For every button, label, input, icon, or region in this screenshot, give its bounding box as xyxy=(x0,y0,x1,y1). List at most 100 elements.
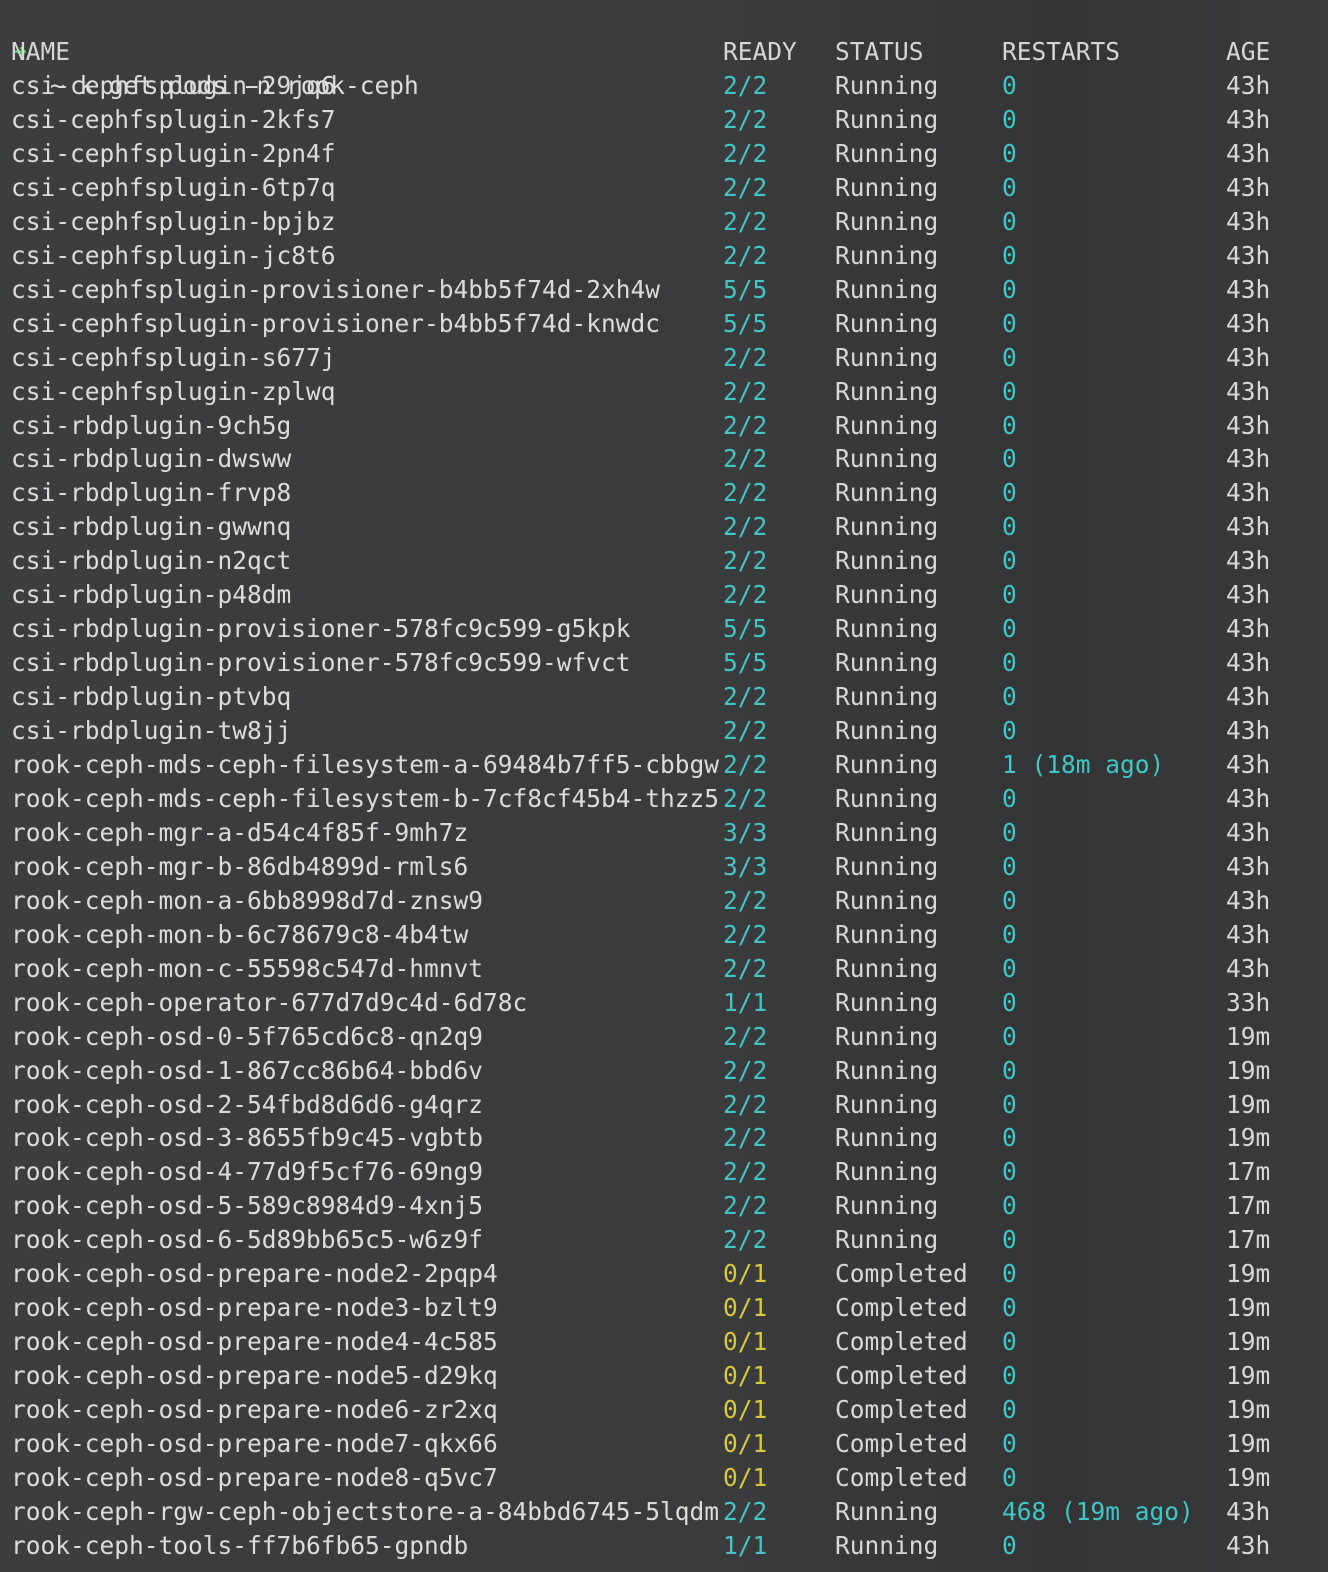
pod-name: rook-ceph-mon-b-6c78679c8-4b4tw xyxy=(11,919,469,949)
pod-ready: 1/1 xyxy=(723,1530,768,1560)
pod-status: Completed xyxy=(835,1429,968,1458)
pod-age: 43h xyxy=(1226,274,1271,304)
table-row: rook-ceph-osd-prepare-node3-bzlt9 0/1 Comp… xyxy=(0,1291,1328,1325)
pod-status: Running xyxy=(835,682,939,712)
pod-name: csi-rbdplugin-ptvbq xyxy=(11,682,292,712)
table-row: rook-ceph-osd-1-867cc86b64-bbd6v 2/2 Runni… xyxy=(0,1054,1328,1088)
pod-name: csi-cephfsplugin-2kfs7 xyxy=(11,104,336,134)
pod-restarts: 0 xyxy=(1002,1123,1017,1153)
table-row: csi-cephfsplugin-jc8t6 2/2 Running 0 43h xyxy=(0,239,1328,273)
pod-age: 19m xyxy=(1226,1327,1271,1357)
pod-ready: 5/5 xyxy=(723,274,768,304)
pod-age: 43h xyxy=(1226,885,1271,915)
table-row: rook-ceph-osd-prepare-node7-qkx66 0/1 Comp… xyxy=(0,1427,1328,1461)
pod-restarts: 0 xyxy=(1002,206,1017,236)
pod-ready: 2/2 xyxy=(723,444,768,474)
table-row: rook-ceph-osd-prepare-node5-d29kq 0/1 Comp… xyxy=(0,1359,1328,1393)
pod-ready: 0/1 xyxy=(723,1361,768,1391)
pod-name: rook-ceph-osd-1-867cc86b64-bbd6v xyxy=(11,1055,484,1085)
pod-ready: 2/2 xyxy=(723,716,768,746)
pod-name: csi-rbdplugin-provisioner-578fc9c599-g5k… xyxy=(11,614,631,644)
pod-name: csi-rbdplugin-tw8jj xyxy=(11,716,292,746)
pod-ready: 2/2 xyxy=(723,206,768,236)
pod-restarts: 0 xyxy=(1002,1462,1017,1492)
pod-status: Running xyxy=(835,240,939,270)
pod-restarts: 0 xyxy=(1002,376,1017,406)
pod-status: Running xyxy=(835,546,939,576)
table-row: rook-ceph-osd-0-5f765cd6c8-qn2q9 2/2 Runni… xyxy=(0,1020,1328,1054)
pod-ready: 0/1 xyxy=(723,1462,768,1492)
pod-restarts: 0 xyxy=(1002,104,1017,134)
table-row: csi-rbdplugin-n2qct 2/2 Running 0 43h xyxy=(0,544,1328,578)
table-row: csi-rbdplugin-tw8jj 2/2 Running 0 43h xyxy=(0,714,1328,748)
table-row: rook-ceph-operator-677d7d9c4d-6d78c 1/1 Ru… xyxy=(0,986,1328,1020)
header-age: AGE xyxy=(1226,37,1271,66)
table-row: csi-rbdplugin-provisioner-578fc9c599-g5k… xyxy=(0,612,1328,646)
pod-name: rook-ceph-osd-prepare-node2-2pqp4 xyxy=(11,1259,498,1289)
pod-ready: 2/2 xyxy=(723,512,768,542)
pod-status: Completed xyxy=(835,1327,968,1357)
table-row: rook-ceph-osd-4-77d9f5cf76-69ng9 2/2 Runni… xyxy=(0,1155,1328,1189)
table-row: rook-ceph-osd-3-8655fb9c45-vgbtb 2/2 Runni… xyxy=(0,1121,1328,1155)
pod-ready: 2/2 xyxy=(723,1225,768,1255)
pod-name: rook-ceph-osd-prepare-node6-zr2xq xyxy=(11,1395,498,1425)
pod-status: Running xyxy=(835,987,939,1017)
pod-restarts: 0 xyxy=(1002,71,1017,100)
pod-age: 19m xyxy=(1226,1089,1271,1119)
pod-status: Running xyxy=(835,580,939,610)
pod-status: Completed xyxy=(835,1293,968,1323)
pod-status: Running xyxy=(835,885,939,915)
header-ready: READY xyxy=(723,37,797,66)
pod-restarts: 0 xyxy=(1002,1327,1017,1357)
pod-ready: 2/2 xyxy=(723,783,768,813)
pod-status: Running xyxy=(835,750,939,779)
table-row: csi-cephfsplugin-provisioner-b4bb5f74d-2… xyxy=(0,273,1328,307)
pod-age: 43h xyxy=(1226,376,1271,406)
pod-restarts: 0 xyxy=(1002,580,1017,610)
table-row: csi-cephfsplugin-bpjbz 2/2 Running 0 43h xyxy=(0,205,1328,239)
pod-age: 43h xyxy=(1226,308,1271,338)
pod-status: Running xyxy=(835,953,939,983)
pod-name: csi-rbdplugin-frvp8 xyxy=(11,478,292,508)
table-row: rook-ceph-mds-ceph-filesystem-a-69484b7f… xyxy=(0,748,1328,782)
pod-restarts: 0 xyxy=(1002,1395,1017,1425)
pod-ready: 2/2 xyxy=(723,1089,768,1119)
pod-restarts: 0 xyxy=(1002,783,1017,813)
pod-age: 43h xyxy=(1226,172,1271,202)
pod-age: 43h xyxy=(1226,240,1271,270)
pod-name: rook-ceph-osd-2-54fbd8d6d6-g4qrz xyxy=(11,1089,484,1119)
pod-ready: 2/2 xyxy=(723,682,768,712)
pod-restarts: 0 xyxy=(1002,342,1017,372)
pod-name: rook-ceph-mon-c-55598c547d-hmnvt xyxy=(11,953,484,983)
table-row: rook-ceph-osd-prepare-node4-4c585 0/1 Comp… xyxy=(0,1325,1328,1359)
pod-ready: 2/2 xyxy=(723,1496,768,1526)
cut-off-row xyxy=(0,1561,1328,1572)
pod-age: 19m xyxy=(1226,1429,1271,1458)
pod-name: rook-ceph-osd-prepare-node3-bzlt9 xyxy=(11,1293,498,1323)
pod-age: 17m xyxy=(1226,1191,1271,1221)
pod-name: csi-cephfsplugin-29jq6 xyxy=(11,71,336,100)
table-row: rook-ceph-osd-2-54fbd8d6d6-g4qrz 2/2 Runni… xyxy=(0,1088,1328,1122)
pod-status: Running xyxy=(835,172,939,202)
pod-age: 43h xyxy=(1226,478,1271,508)
pod-age: 43h xyxy=(1226,580,1271,610)
table-row: csi-rbdplugin-provisioner-578fc9c599-wfv… xyxy=(0,646,1328,680)
pod-age: 43h xyxy=(1226,919,1271,949)
table-row: rook-ceph-tools-ff7b6fb65-gpndb 1/1 Runnin… xyxy=(0,1529,1328,1563)
pod-ready: 2/2 xyxy=(723,750,768,779)
pod-name: csi-cephfsplugin-s677j xyxy=(11,342,336,372)
pod-restarts: 0 xyxy=(1002,1361,1017,1391)
pod-ready: 2/2 xyxy=(723,1191,768,1221)
pod-ready: 5/5 xyxy=(723,308,768,338)
pod-restarts: 0 xyxy=(1002,274,1017,304)
pod-ready: 2/2 xyxy=(723,410,768,440)
pod-status: Running xyxy=(835,817,939,847)
pod-status: Running xyxy=(835,1530,939,1560)
pod-status: Running xyxy=(835,274,939,304)
pod-age: 43h xyxy=(1226,783,1271,813)
pod-ready: 0/1 xyxy=(723,1259,768,1289)
pod-restarts: 0 xyxy=(1002,1429,1017,1458)
prompt-line: ➜ ~ k get pods -n rook-ceph xyxy=(0,1,1328,100)
terminal-window[interactable]: ➜ ~ k get pods -n rook-ceph NAME READY S… xyxy=(0,0,1328,1572)
pod-name: csi-rbdplugin-p48dm xyxy=(11,580,292,610)
